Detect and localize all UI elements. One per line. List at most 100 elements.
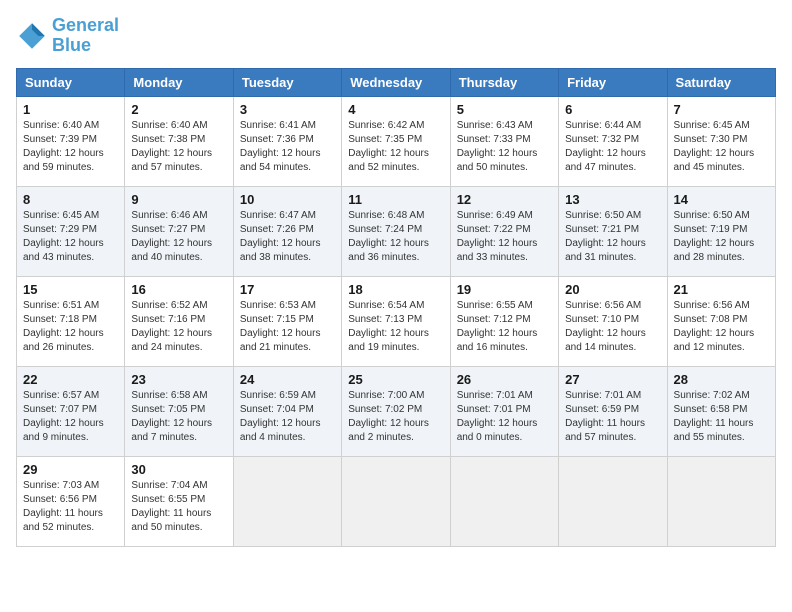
weekday-header-sunday: Sunday <box>17 68 125 96</box>
day-info: Sunrise: 6:40 AM Sunset: 7:39 PM Dayligh… <box>23 119 118 175</box>
calendar-cell: 8 Sunrise: 6:45 AM Sunset: 7:29 PM Dayli… <box>17 186 125 276</box>
day-number: 7 <box>674 102 769 117</box>
day-number: 15 <box>23 282 118 297</box>
day-number: 21 <box>674 282 769 297</box>
day-info: Sunrise: 6:46 AM Sunset: 7:27 PM Dayligh… <box>131 209 226 265</box>
calendar-cell: 20 Sunrise: 6:56 AM Sunset: 7:10 PM Dayl… <box>559 276 667 366</box>
day-info: Sunrise: 6:43 AM Sunset: 7:33 PM Dayligh… <box>457 119 552 175</box>
day-number: 22 <box>23 372 118 387</box>
calendar-cell: 15 Sunrise: 6:51 AM Sunset: 7:18 PM Dayl… <box>17 276 125 366</box>
week-row-1: 1 Sunrise: 6:40 AM Sunset: 7:39 PM Dayli… <box>17 96 776 186</box>
calendar-cell: 21 Sunrise: 6:56 AM Sunset: 7:08 PM Dayl… <box>667 276 775 366</box>
day-number: 26 <box>457 372 552 387</box>
day-info: Sunrise: 6:42 AM Sunset: 7:35 PM Dayligh… <box>348 119 443 175</box>
day-number: 13 <box>565 192 660 207</box>
day-number: 14 <box>674 192 769 207</box>
calendar-cell: 23 Sunrise: 6:58 AM Sunset: 7:05 PM Dayl… <box>125 366 233 456</box>
day-number: 30 <box>131 462 226 477</box>
day-number: 27 <box>565 372 660 387</box>
day-info: Sunrise: 7:01 AM Sunset: 7:01 PM Dayligh… <box>457 389 552 445</box>
day-info: Sunrise: 7:02 AM Sunset: 6:58 PM Dayligh… <box>674 389 769 445</box>
logo: General Blue <box>16 16 119 56</box>
calendar-cell: 13 Sunrise: 6:50 AM Sunset: 7:21 PM Dayl… <box>559 186 667 276</box>
day-info: Sunrise: 7:04 AM Sunset: 6:55 PM Dayligh… <box>131 479 226 535</box>
logo-text: General Blue <box>52 16 119 56</box>
calendar-cell: 14 Sunrise: 6:50 AM Sunset: 7:19 PM Dayl… <box>667 186 775 276</box>
day-info: Sunrise: 6:55 AM Sunset: 7:12 PM Dayligh… <box>457 299 552 355</box>
calendar-cell: 12 Sunrise: 6:49 AM Sunset: 7:22 PM Dayl… <box>450 186 558 276</box>
calendar-cell: 22 Sunrise: 6:57 AM Sunset: 7:07 PM Dayl… <box>17 366 125 456</box>
page-header: General Blue <box>16 16 776 56</box>
day-number: 11 <box>348 192 443 207</box>
day-number: 1 <box>23 102 118 117</box>
calendar-cell: 1 Sunrise: 6:40 AM Sunset: 7:39 PM Dayli… <box>17 96 125 186</box>
calendar-cell: 29 Sunrise: 7:03 AM Sunset: 6:56 PM Dayl… <box>17 456 125 546</box>
day-number: 5 <box>457 102 552 117</box>
day-number: 16 <box>131 282 226 297</box>
weekday-header-friday: Friday <box>559 68 667 96</box>
day-info: Sunrise: 6:41 AM Sunset: 7:36 PM Dayligh… <box>240 119 335 175</box>
day-number: 17 <box>240 282 335 297</box>
weekday-header-monday: Monday <box>125 68 233 96</box>
day-number: 4 <box>348 102 443 117</box>
weekday-header-wednesday: Wednesday <box>342 68 450 96</box>
day-info: Sunrise: 6:56 AM Sunset: 7:10 PM Dayligh… <box>565 299 660 355</box>
day-info: Sunrise: 7:00 AM Sunset: 7:02 PM Dayligh… <box>348 389 443 445</box>
weekday-header-tuesday: Tuesday <box>233 68 341 96</box>
day-info: Sunrise: 6:57 AM Sunset: 7:07 PM Dayligh… <box>23 389 118 445</box>
calendar-cell: 27 Sunrise: 7:01 AM Sunset: 6:59 PM Dayl… <box>559 366 667 456</box>
day-info: Sunrise: 6:53 AM Sunset: 7:15 PM Dayligh… <box>240 299 335 355</box>
day-number: 25 <box>348 372 443 387</box>
calendar-cell: 17 Sunrise: 6:53 AM Sunset: 7:15 PM Dayl… <box>233 276 341 366</box>
calendar-cell: 2 Sunrise: 6:40 AM Sunset: 7:38 PM Dayli… <box>125 96 233 186</box>
day-info: Sunrise: 6:44 AM Sunset: 7:32 PM Dayligh… <box>565 119 660 175</box>
day-number: 19 <box>457 282 552 297</box>
week-row-3: 15 Sunrise: 6:51 AM Sunset: 7:18 PM Dayl… <box>17 276 776 366</box>
calendar-cell: 19 Sunrise: 6:55 AM Sunset: 7:12 PM Dayl… <box>450 276 558 366</box>
day-number: 28 <box>674 372 769 387</box>
calendar-cell <box>233 456 341 546</box>
day-info: Sunrise: 6:59 AM Sunset: 7:04 PM Dayligh… <box>240 389 335 445</box>
day-info: Sunrise: 6:49 AM Sunset: 7:22 PM Dayligh… <box>457 209 552 265</box>
calendar-cell: 11 Sunrise: 6:48 AM Sunset: 7:24 PM Dayl… <box>342 186 450 276</box>
week-row-4: 22 Sunrise: 6:57 AM Sunset: 7:07 PM Dayl… <box>17 366 776 456</box>
day-info: Sunrise: 6:56 AM Sunset: 7:08 PM Dayligh… <box>674 299 769 355</box>
day-number: 3 <box>240 102 335 117</box>
calendar-cell: 25 Sunrise: 7:00 AM Sunset: 7:02 PM Dayl… <box>342 366 450 456</box>
calendar-cell: 7 Sunrise: 6:45 AM Sunset: 7:30 PM Dayli… <box>667 96 775 186</box>
calendar-cell: 18 Sunrise: 6:54 AM Sunset: 7:13 PM Dayl… <box>342 276 450 366</box>
day-info: Sunrise: 6:45 AM Sunset: 7:30 PM Dayligh… <box>674 119 769 175</box>
week-row-2: 8 Sunrise: 6:45 AM Sunset: 7:29 PM Dayli… <box>17 186 776 276</box>
calendar-cell: 3 Sunrise: 6:41 AM Sunset: 7:36 PM Dayli… <box>233 96 341 186</box>
calendar-cell <box>667 456 775 546</box>
day-info: Sunrise: 7:03 AM Sunset: 6:56 PM Dayligh… <box>23 479 118 535</box>
calendar-cell: 9 Sunrise: 6:46 AM Sunset: 7:27 PM Dayli… <box>125 186 233 276</box>
day-info: Sunrise: 6:52 AM Sunset: 7:16 PM Dayligh… <box>131 299 226 355</box>
day-number: 20 <box>565 282 660 297</box>
day-number: 9 <box>131 192 226 207</box>
calendar-cell: 30 Sunrise: 7:04 AM Sunset: 6:55 PM Dayl… <box>125 456 233 546</box>
logo-icon <box>16 20 48 52</box>
day-number: 24 <box>240 372 335 387</box>
calendar-cell: 26 Sunrise: 7:01 AM Sunset: 7:01 PM Dayl… <box>450 366 558 456</box>
day-number: 18 <box>348 282 443 297</box>
day-info: Sunrise: 6:40 AM Sunset: 7:38 PM Dayligh… <box>131 119 226 175</box>
day-info: Sunrise: 6:45 AM Sunset: 7:29 PM Dayligh… <box>23 209 118 265</box>
calendar-cell: 16 Sunrise: 6:52 AM Sunset: 7:16 PM Dayl… <box>125 276 233 366</box>
calendar-cell: 5 Sunrise: 6:43 AM Sunset: 7:33 PM Dayli… <box>450 96 558 186</box>
calendar-cell <box>559 456 667 546</box>
day-info: Sunrise: 6:54 AM Sunset: 7:13 PM Dayligh… <box>348 299 443 355</box>
calendar-cell: 24 Sunrise: 6:59 AM Sunset: 7:04 PM Dayl… <box>233 366 341 456</box>
calendar-cell: 28 Sunrise: 7:02 AM Sunset: 6:58 PM Dayl… <box>667 366 775 456</box>
weekday-header-saturday: Saturday <box>667 68 775 96</box>
day-info: Sunrise: 7:01 AM Sunset: 6:59 PM Dayligh… <box>565 389 660 445</box>
day-number: 29 <box>23 462 118 477</box>
week-row-5: 29 Sunrise: 7:03 AM Sunset: 6:56 PM Dayl… <box>17 456 776 546</box>
day-number: 10 <box>240 192 335 207</box>
day-info: Sunrise: 6:58 AM Sunset: 7:05 PM Dayligh… <box>131 389 226 445</box>
day-info: Sunrise: 6:47 AM Sunset: 7:26 PM Dayligh… <box>240 209 335 265</box>
calendar-cell: 6 Sunrise: 6:44 AM Sunset: 7:32 PM Dayli… <box>559 96 667 186</box>
day-info: Sunrise: 6:48 AM Sunset: 7:24 PM Dayligh… <box>348 209 443 265</box>
day-number: 2 <box>131 102 226 117</box>
day-number: 23 <box>131 372 226 387</box>
